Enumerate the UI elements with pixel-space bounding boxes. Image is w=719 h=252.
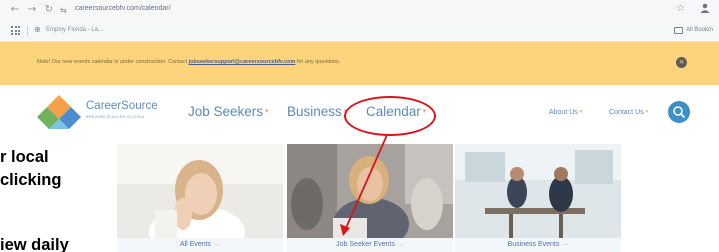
doc-text-line-2: clicking <box>0 171 62 189</box>
support-email-link[interactable]: jobseekersupport@careersourcebfv.com <box>189 59 296 65</box>
close-icon[interactable]: × <box>676 57 687 68</box>
all-bookmarks-label: All Bookm <box>686 27 714 33</box>
job-seeker-events-image <box>287 144 453 238</box>
address-bar[interactable]: ⇆ careersourcebfv.com/calendar/ <box>60 3 680 18</box>
search-button[interactable] <box>668 101 690 123</box>
search-icon <box>673 106 685 118</box>
url-text[interactable]: careersourcebfv.com/calendar/ <box>75 5 171 12</box>
notice-text-after: for any questions. <box>295 59 341 65</box>
doc-text-line-3: iew daily <box>0 236 69 252</box>
job-seeker-events-link[interactable]: Job Seeker Events → <box>287 241 453 248</box>
globe-icon: ⊕ <box>34 25 41 34</box>
browser-toolbar: ← → ↻ ⇆ careersourcebfv.com/calendar/ ☆ … <box>0 0 719 42</box>
all-events-link[interactable]: All Events → <box>117 241 283 248</box>
nav-about-us[interactable]: About Us ▾ <box>549 109 582 116</box>
chevron-down-icon: ▾ <box>645 109 649 115</box>
chevron-down-icon: ▾ <box>265 108 269 115</box>
business-events-card[interactable]: Business Events → <box>455 144 621 252</box>
nav-job-seekers[interactable]: Job Seekers ▾ <box>188 104 269 119</box>
nav-job-seekers-label: Job Seekers <box>188 104 264 119</box>
careersource-logo[interactable]: CareerSource BREVARD FLAGLER VOLUSIA <box>37 93 187 133</box>
nav-contact-us-label: Contact Us <box>609 109 644 116</box>
job-seeker-events-label: Job Seeker Events <box>336 241 395 248</box>
bookmark-label: Employ Florida - La... <box>46 27 104 33</box>
nav-business-label: Business <box>287 104 342 119</box>
logo-name: CareerSource <box>86 100 158 112</box>
arrow-right-icon: → <box>396 241 404 248</box>
nav-contact-us[interactable]: Contact Us ▾ <box>609 109 648 116</box>
logo-mark-icon <box>37 95 81 129</box>
back-icon[interactable]: ← <box>9 4 21 16</box>
business-events-image <box>455 144 621 238</box>
all-events-card[interactable]: All Events → <box>117 144 283 252</box>
all-events-image <box>117 144 283 238</box>
forward-icon[interactable]: → <box>26 4 38 16</box>
job-seeker-events-card[interactable]: Job Seeker Events → <box>287 144 453 252</box>
arrow-right-icon: → <box>213 241 221 248</box>
bookmark-star-icon[interactable]: ☆ <box>676 3 685 14</box>
nav-about-us-label: About Us <box>549 109 578 116</box>
reload-icon[interactable]: ↻ <box>43 4 55 16</box>
calendar-highlight-circle <box>344 96 436 136</box>
apps-grid-icon[interactable] <box>11 26 20 35</box>
notice-text: Note! Our new events calendar is under c… <box>37 59 340 65</box>
bookmarks-divider <box>27 26 28 36</box>
notice-banner: Note! Our new events calendar is under c… <box>0 42 719 85</box>
site-settings-icon[interactable]: ⇆ <box>60 5 71 16</box>
business-events-label: Business Events <box>507 241 560 248</box>
profile-icon[interactable] <box>699 2 711 14</box>
folder-icon <box>674 27 683 34</box>
notice-text-before: Note! Our new events calendar is under c… <box>37 59 189 65</box>
nav-business[interactable]: Business ▾ <box>287 104 347 119</box>
arrow-right-icon: → <box>561 241 569 248</box>
chevron-down-icon: ▾ <box>579 109 583 115</box>
all-events-label: All Events <box>179 241 212 248</box>
business-events-link[interactable]: Business Events → <box>455 241 621 248</box>
bookmarks-bar: ⊕ Employ Florida - La... All Bookm <box>0 22 719 40</box>
doc-text-line-1: r local <box>0 148 49 166</box>
logo-subtitle: BREVARD FLAGLER VOLUSIA <box>86 115 145 119</box>
